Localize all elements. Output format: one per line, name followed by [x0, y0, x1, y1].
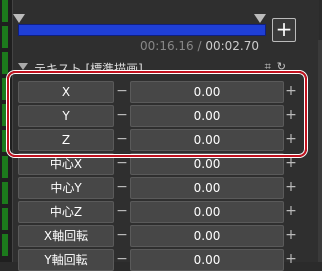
param-row: 中心Z − 0.00 +	[18, 201, 300, 223]
param-value[interactable]: 0.00	[130, 201, 284, 223]
param-value[interactable]: 0.00	[130, 225, 284, 247]
param-label[interactable]: X軸回転	[18, 225, 114, 247]
param-label[interactable]: 中心Z	[18, 201, 114, 223]
total-time: 00:02.70	[205, 39, 260, 53]
param-label[interactable]: Y軸回転	[18, 249, 114, 271]
selection-highlight	[7, 71, 307, 157]
param-row: 中心Y − 0.00 +	[18, 177, 300, 199]
track-segment[interactable]	[2, 156, 8, 178]
decrement-button[interactable]: −	[116, 201, 128, 223]
increment-button[interactable]: +	[284, 225, 298, 247]
collapse-triangle-icon[interactable]	[18, 63, 28, 70]
end-marker-icon[interactable]	[254, 14, 266, 23]
decrement-button[interactable]: −	[116, 249, 128, 271]
increment-button[interactable]: +	[284, 201, 298, 223]
time-separator: /	[193, 39, 206, 53]
increment-button[interactable]: +	[284, 177, 298, 199]
track-segment[interactable]	[2, 182, 8, 204]
track-segment[interactable]	[2, 52, 8, 74]
track-segment[interactable]	[2, 208, 8, 230]
param-row: Y軸回転 − 0.00 +	[18, 249, 300, 271]
decrement-button[interactable]: −	[116, 177, 128, 199]
start-marker-icon[interactable]	[13, 14, 25, 23]
time-display: 00:16.16 / 00:02.70	[140, 39, 259, 53]
track-segment[interactable]	[2, 0, 8, 22]
increment-button[interactable]: +	[284, 249, 298, 271]
param-label[interactable]: 中心Y	[18, 177, 114, 199]
add-button[interactable]: +	[272, 18, 296, 42]
track-segment[interactable]	[2, 234, 8, 256]
timeline-track[interactable]	[18, 24, 266, 36]
scrollbar[interactable]	[318, 40, 322, 262]
param-row: X軸回転 − 0.00 +	[18, 225, 300, 247]
decrement-button[interactable]: −	[116, 225, 128, 247]
timeline[interactable]	[13, 12, 266, 40]
param-value[interactable]: 0.00	[130, 249, 284, 271]
param-value[interactable]: 0.00	[130, 177, 284, 199]
current-time: 00:16.16	[140, 39, 194, 53]
track-segment[interactable]	[2, 26, 8, 48]
